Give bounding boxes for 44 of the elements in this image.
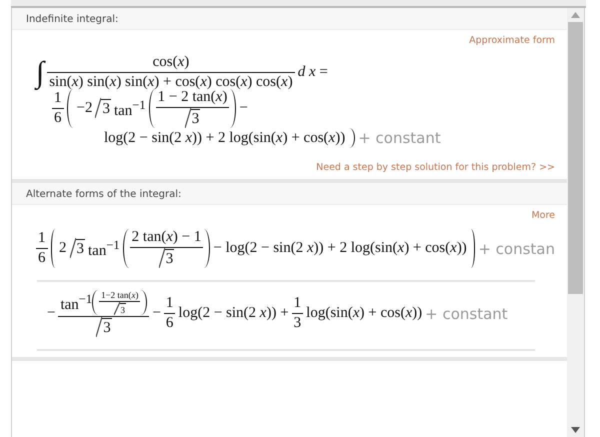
formula-text: −2 (76, 100, 92, 117)
integral-sign: ∫ (36, 58, 44, 88)
pod-title: Indefinite integral: (26, 14, 118, 25)
formula-text: tan$^{−1}$ (60, 292, 92, 314)
formula-text: d x = (298, 64, 328, 81)
formula-text: 2 (59, 240, 67, 257)
formula-text: cos(x) (152, 54, 190, 71)
constant-text: + constan (478, 240, 555, 258)
formula-text: tan$^{−1}$ (88, 238, 120, 260)
formula-text: 3 (166, 251, 174, 268)
formula-text: log(sin(x) + cos(x)) (306, 305, 422, 322)
formula-text: 1 − 2 tan(x) (158, 89, 228, 106)
formula-text: sin(x) sin(x) sin(x) + cos(x) cos(x) cos(x) (49, 74, 293, 90)
formula-text: 3 (102, 101, 110, 118)
formula-text: − log(2 − sin(2 x)) + 2 log(sin(x) + cos(x)) (213, 240, 467, 257)
formula-text: 2 tan(x) − 1 (132, 229, 202, 246)
formula-text: 1 (166, 295, 174, 312)
scroll-up-arrow[interactable] (571, 12, 580, 18)
formula-text: 6 (54, 110, 62, 127)
formula-text: 3 (103, 320, 111, 337)
formula-text: 1 (54, 90, 62, 107)
formula-text: 1 (294, 295, 302, 312)
formula-text: 1 (38, 230, 46, 247)
link[interactable]: Approximate form (469, 35, 555, 46)
formula-text: 3 (192, 111, 200, 128)
formula-text: − (239, 100, 248, 117)
formula-text: log(2 − sin(2 x)) + 2 log(sin(x) + cos(x)) (104, 130, 346, 146)
constant-text: + constant (358, 129, 441, 147)
link[interactable]: More (531, 210, 555, 221)
formula-text: 6 (38, 250, 46, 267)
formula-text: 3 (294, 315, 302, 332)
formula-text: − (47, 305, 56, 322)
formula-text: 1−2 tan(x) (101, 290, 138, 300)
pod-title: Alternate forms of the integral: (26, 189, 182, 200)
step-by-step-link[interactable]: Need a step by step solution for this problem? >> (316, 162, 555, 173)
scroll-down-arrow[interactable] (571, 427, 580, 433)
formula-text: 3 (120, 305, 126, 315)
formula-text: tan$^{−1}$ (114, 98, 146, 120)
formula-text: 6 (166, 315, 174, 332)
constant-text: + constant (425, 304, 508, 322)
scrollbar-thumb[interactable] (568, 22, 583, 294)
formula-text: − (152, 305, 161, 322)
formula-text: log(2 − sin(2 x)) + (178, 305, 289, 322)
formula-text: 3 (76, 241, 84, 258)
